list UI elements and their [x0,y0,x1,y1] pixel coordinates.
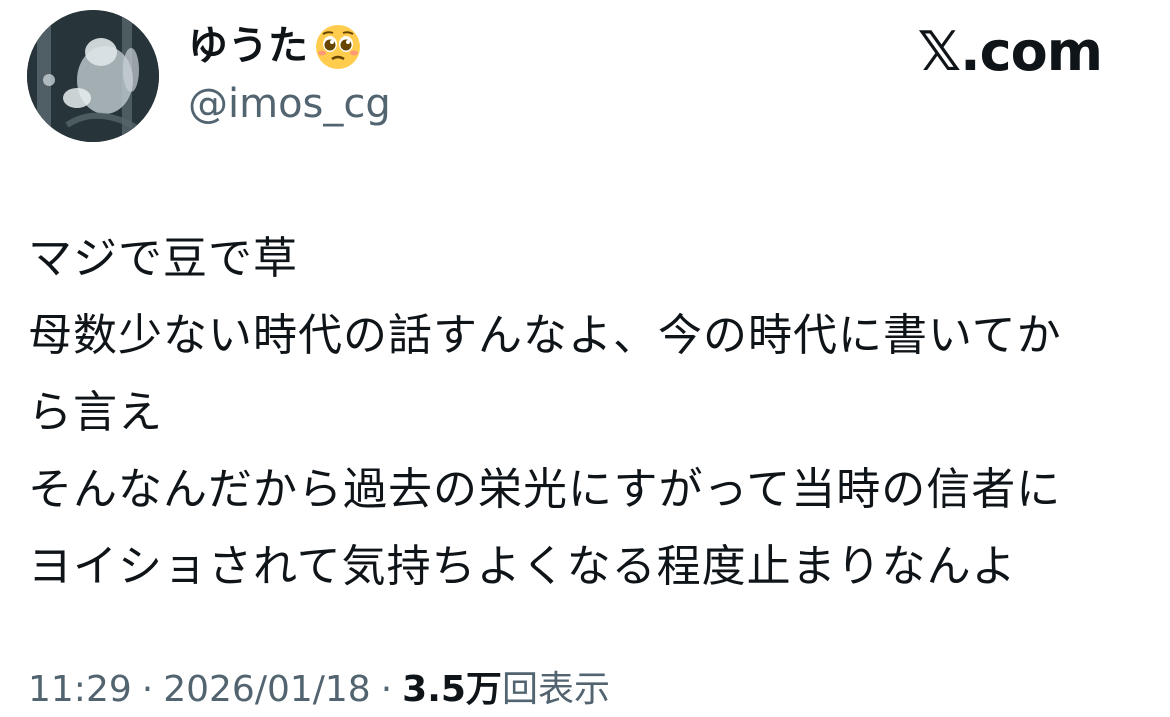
meta-separator: · [380,669,393,710]
tweet-text-line: そんなんだから過去の栄光にすがって当時の信者に [28,464,1062,515]
tweet-time[interactable]: 11:29 [28,669,132,710]
tweet-text-line: ヨイショされて気持ちよくなる程度止まりなんよ [28,541,1017,592]
author-handle[interactable]: @imos_cg [188,78,391,130]
tweet-text-line: 母数少ない時代の話すんなよ、今の時代に書いてか [28,310,1062,361]
meta-separator: · [141,669,154,710]
pleading-face-emoji-icon [312,20,364,72]
views-label: 回表示 [501,669,610,710]
tweet-text-line: マジで豆で草 [28,233,298,284]
tweet-text: マジで豆で草 母数少ない時代の話すんなよ、今の時代に書いてか ら言え そんなんだ… [28,220,1143,605]
tweet-text-line: ら言え [28,387,163,438]
tweet-meta: 11:29 · 2026/01/18 · 3.5万回表示 [28,666,610,714]
author-name-text: ゆうた [188,23,308,69]
avatar-image [27,10,159,142]
author-display-name[interactable]: ゆうた [188,20,364,72]
tweet-date[interactable]: 2026/01/18 [163,669,371,710]
views-count[interactable]: 3.5万 [402,669,502,710]
x-logo: 𝕏.com [917,20,1103,83]
avatar[interactable] [27,10,159,142]
